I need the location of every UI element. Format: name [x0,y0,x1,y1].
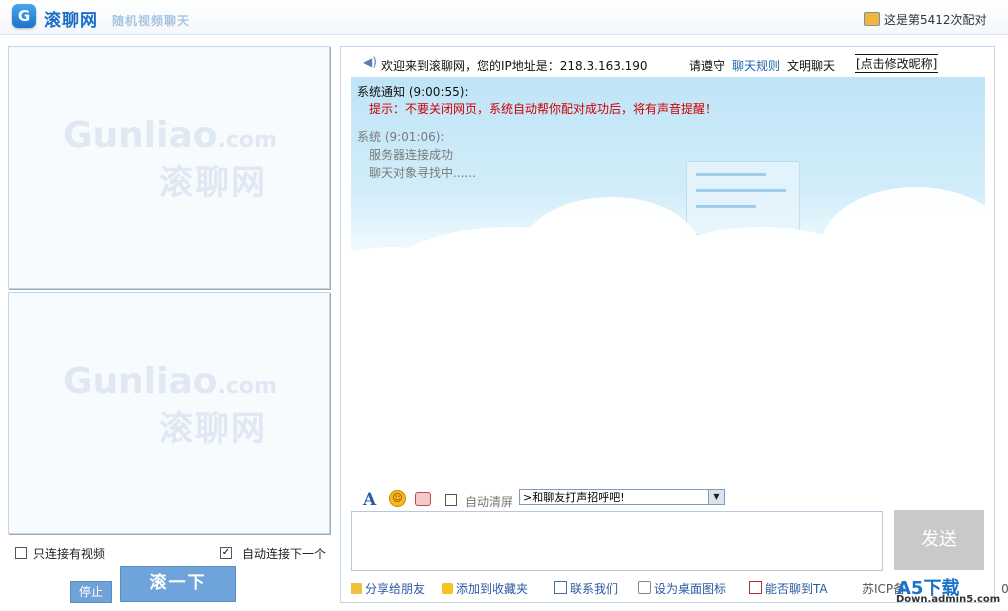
system-notice-title: 系统通知 (9:00:55): [357,85,469,99]
chat-panel: ◀) 欢迎来到滚聊网，您的IP地址是：218.3.163.190 请遵守 聊天规… [340,46,1008,605]
video-watermark-cn: 滚聊网 [159,409,267,449]
next-partner-button[interactable]: 滚一下 [120,566,236,602]
auto-clear-checkbox[interactable] [445,494,457,506]
decor-line [696,205,756,208]
rule-suffix: 文明聊天 [787,59,836,73]
auto-next-label: 自动连接下一个 [242,547,327,561]
decor-line [696,189,786,192]
welcome-text: 欢迎来到滚聊网，您的IP地址是：218.3.163.190 [381,59,648,73]
send-button[interactable]: 发送 [894,510,984,570]
shake-icon[interactable] [415,492,431,506]
welcome-bar: ◀) 欢迎来到滚聊网，您的IP地址是：218.3.163.190 请遵守 聊天规… [341,47,994,77]
auto-clear-label: 自动清屏 [465,495,514,509]
counter-icon [864,12,880,26]
chat-input[interactable] [351,511,883,571]
star-icon [442,583,453,594]
pair-counter: 这是第5412次配对 [884,13,987,27]
change-nickname-link[interactable]: [点击修改昵称] [855,54,939,73]
emoji-icon[interactable]: ☺ [389,490,406,507]
video-watermark-en: Gunliao.com [63,361,277,402]
a5-watermark-url: Down.admin5.com [896,594,1001,605]
desktop-icon-link[interactable]: 设为桌面图标 [638,580,726,597]
font-icon[interactable]: A [363,490,376,510]
mail-icon [554,581,567,594]
edit-icon [749,581,762,594]
site-slogan: 随机视频聊天 [112,14,191,28]
contact-link[interactable]: 联系我们 [554,580,618,597]
lock-icon [351,583,362,594]
speaker-icon: ◀) [363,55,377,69]
stop-button[interactable]: 停止 [70,581,112,603]
desktop-icon [638,581,651,594]
rule-prefix: 请遵守 [689,59,726,73]
only-video-checkbox[interactable] [15,547,27,559]
greeting-select[interactable]: >和聊友打声招呼吧! ▼ [519,489,725,505]
message-area[interactable]: 系统通知 (9:00:55): 提示：不要关闭网页，系统自动帮你配对成功后，将有… [351,77,985,527]
greeting-select-value: >和聊友打声招呼吧! [523,491,625,504]
only-video-label: 只连接有视频 [33,547,106,561]
remote-video-panel: Gunliao.com 滚聊网 [8,46,330,289]
system-message-title: 系统 (9:01:06): [357,130,445,144]
chat-rules-link[interactable]: 聊天规则 [732,57,780,74]
site-name[interactable]: 滚聊网 [44,6,98,31]
video-watermark-en: Gunliao.com [63,115,277,156]
video-watermark-cn: 滚聊网 [159,163,267,203]
share-link[interactable]: 分享给朋友 [351,580,425,597]
system-notice-warning: 提示：不要关闭网页，系统自动帮你配对成功后，将有声音提醒！ [369,102,718,116]
system-message-line: 服务器连接成功 [369,148,454,162]
logo-icon[interactable]: G [12,4,36,28]
local-video-panel: Gunliao.com 滚聊网 [8,292,330,534]
can-chat-link[interactable]: 能否聊到TA [749,580,828,597]
decor-line [696,173,766,176]
chevron-down-icon[interactable]: ▼ [708,490,724,504]
auto-next-checkbox[interactable]: ✓ [220,547,232,559]
favorite-link[interactable]: 添加到收藏夹 [442,580,528,597]
header-bar: G 滚聊网 随机视频聊天 这是第5412次配对 [0,0,1008,35]
system-message-line: 聊天对象寻找中...... [369,166,476,180]
